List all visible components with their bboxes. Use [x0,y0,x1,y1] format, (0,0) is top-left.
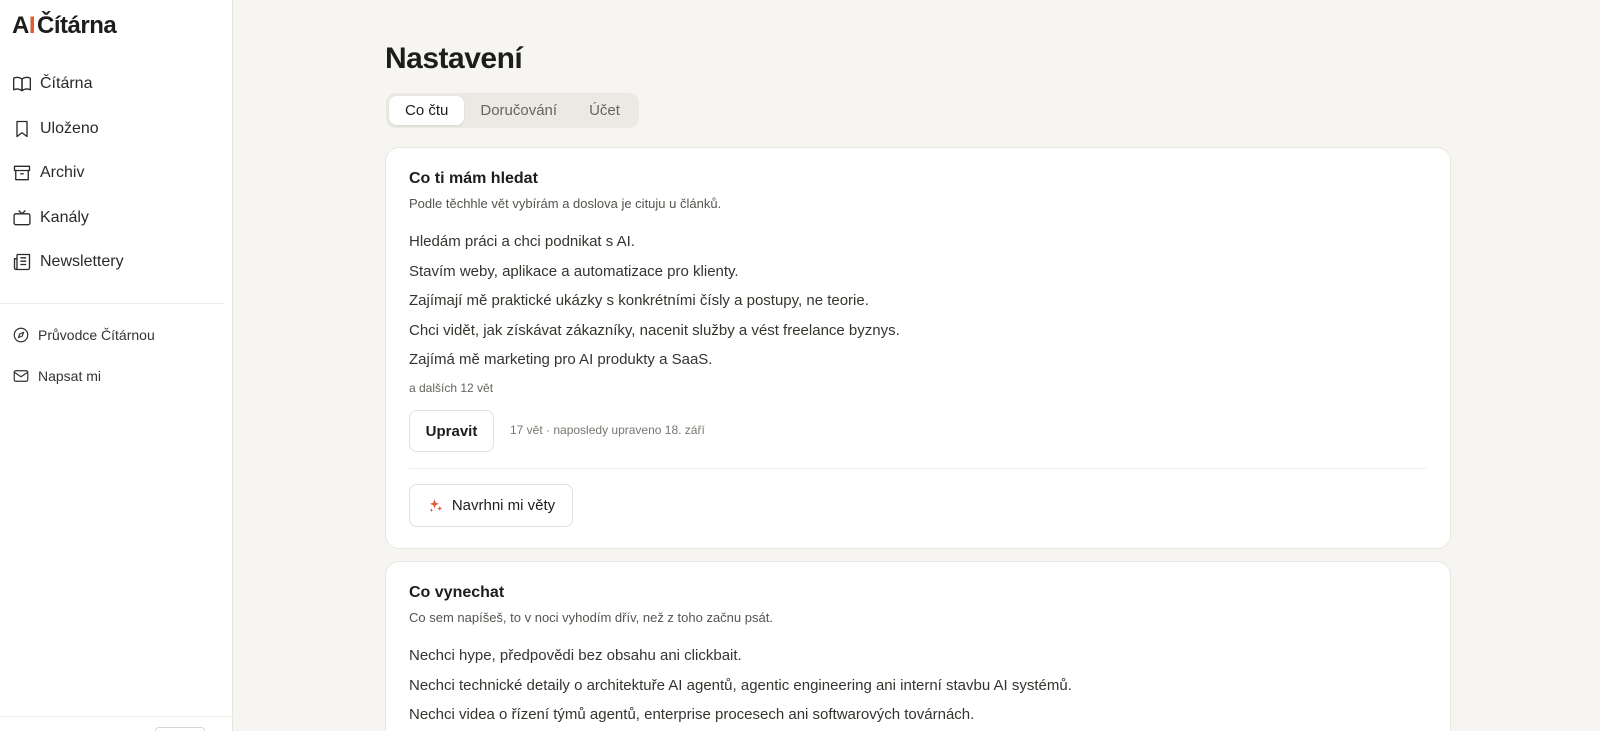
exclude-subtitle: Co sem napíšeš, to v noci vyhodím dřív, … [409,610,773,625]
edit-meta: 17 vět · naposledy upraveno 18. září [510,423,705,437]
sidebar-item-ulozeno[interactable]: Uloženo [0,107,232,152]
more-sentences-note: a dalších 12 vět [409,381,494,395]
exclude-sentence: Nechci hype, předpovědi bez obsahu ani c… [409,647,742,664]
suggest-sentences-button[interactable]: Navrhni mi věty [409,484,573,527]
logo-i: I [28,12,36,39]
exclude-sentence-list: Nechci hype, předpovědi bez obsahu ani c… [409,646,1072,731]
sidebar-item-label: Uloženo [40,119,99,137]
sidebar-secondary-nav: Průvodce Čítárnou Napsat mi [0,314,232,396]
tab-ucet[interactable]: Účet [573,96,636,125]
sidebar-item-label: Kanály [40,208,89,226]
bookmark-icon [12,119,32,139]
include-title: Co ti mám hledat [409,170,538,187]
sidebar-item-label: Čítárna [40,75,93,93]
sidebar-item-kanaly[interactable]: Kanály [0,196,232,241]
sidebar-item-napsat[interactable]: Napsat mi [0,355,232,396]
include-card: Co ti mám hledat Podle těchhle vět vybír… [385,147,1451,549]
tab-co-ctu[interactable]: Co čtu [389,96,465,125]
include-sentence: Zajímají mě praktické ukázky s konkrétní… [409,292,869,309]
include-sentence-list: Hledám práci a chci podnikat s AI. Staví… [409,232,900,380]
sparkle-icon [427,497,445,515]
newspaper-icon [12,252,32,272]
include-sentence: Hledám práci a chci podnikat s AI. [409,233,635,250]
mail-icon [12,367,30,385]
include-sentence: Zajímá mě marketing pro AI produkty a Sa… [409,351,713,368]
sidebar-item-label: Newslettery [40,253,124,271]
include-sentence: Stavím weby, aplikace a automatizace pro… [409,262,739,280]
sidebar-footer-divider [0,716,233,717]
page-title: Nastavení [385,42,523,75]
sidebar-item-archiv[interactable]: Archiv [0,151,232,196]
exclude-sentence: Nechci videa o řízení týmů agentů, enter… [409,706,975,723]
tv-icon [12,208,32,228]
archive-icon [12,163,32,183]
sidebar-divider [0,303,224,304]
sidebar-item-pruvodce[interactable]: Průvodce Čítárnou [0,314,232,355]
book-icon [12,74,32,94]
exclude-card: Co vynechat Co sem napíšeš, to v noci vy… [385,561,1451,731]
logo-a: A [12,12,29,39]
suggest-label: Navrhni mi věty [451,497,556,514]
include-subtitle: Podle těchhle vět vybírám a doslova je c… [409,196,722,211]
sidebar: A I Čítárna Čítárna Uloženo Archiv Kanály [0,0,233,731]
exclude-title: Co vynechat [409,584,505,601]
app-logo[interactable]: A I Čítárna [12,12,117,40]
sidebar-footer-control[interactable] [155,727,205,731]
sidebar-nav: Čítárna Uloženo Archiv Kanály Newsletter… [0,62,232,285]
edit-button[interactable]: Upravit [409,410,494,452]
include-sentence: Chci vidět, jak získávat zákazníky, nace… [409,321,900,339]
settings-tabs: Co čtu Doručování Účet [386,93,639,128]
sidebar-item-newslettery[interactable]: Newslettery [0,240,232,285]
sidebar-item-label: Napsat mi [38,367,102,384]
logo-name: Čítárna [37,12,117,39]
exclude-sentence: Nechci technické detaily o architektuře … [409,676,1072,694]
sidebar-item-label: Průvodce Čítárnou [38,326,155,343]
sidebar-item-label: Archiv [40,164,85,182]
card-divider [409,468,1427,469]
sidebar-item-citarna[interactable]: Čítárna [0,62,232,107]
compass-icon [12,326,30,344]
tab-dorucovani[interactable]: Doručování [464,96,573,125]
